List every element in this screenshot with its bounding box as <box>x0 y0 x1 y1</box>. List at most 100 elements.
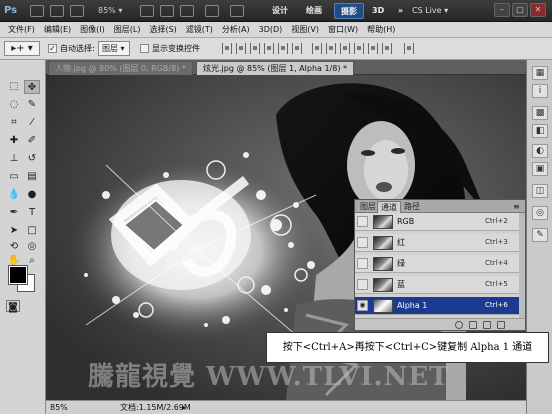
histogram-icon[interactable]: ▦ <box>532 66 548 80</box>
screen-mode-icon[interactable] <box>230 5 244 17</box>
crop-tool-icon[interactable]: ⌗ <box>6 116 22 130</box>
zoom-level-select[interactable]: 85% ▾ <box>98 4 122 18</box>
align-left-icon[interactable] <box>264 43 274 54</box>
lasso-tool-icon[interactable]: ◌ <box>6 98 22 112</box>
menu-window[interactable]: 窗口(W) <box>328 24 358 35</box>
guides-icon[interactable] <box>70 5 84 17</box>
align-bottom-icon[interactable] <box>250 43 260 54</box>
workspace-painting[interactable]: 绘画 <box>300 3 328 19</box>
hand-tool-icon[interactable] <box>140 5 154 17</box>
visibility-toggle[interactable] <box>357 258 368 269</box>
visibility-toggle[interactable] <box>357 279 368 290</box>
masks-icon[interactable]: ▣ <box>532 162 548 176</box>
distribute-vcenter-icon[interactable] <box>326 43 336 54</box>
tab-layers[interactable]: 图层 <box>357 201 379 213</box>
eraser-tool-icon[interactable]: ▭ <box>6 170 22 184</box>
distribute-right-icon[interactable] <box>382 43 392 54</box>
path-select-icon[interactable]: ➤ <box>6 224 22 238</box>
panel-scrollbar[interactable] <box>519 213 525 318</box>
align-vcenter-icon[interactable] <box>236 43 246 54</box>
info-icon[interactable]: i <box>532 84 548 98</box>
rotate-view-icon[interactable] <box>180 5 194 17</box>
tab-channels[interactable]: 通道 <box>377 201 401 213</box>
distribute-hcenter-icon[interactable] <box>368 43 378 54</box>
menu-select[interactable]: 选择(S) <box>149 24 176 35</box>
auto-select-checkbox[interactable]: ✓ <box>48 44 57 53</box>
channel-row-red[interactable]: 红 Ctrl+3 <box>355 234 519 252</box>
menu-3d[interactable]: 3D(D) <box>259 25 283 34</box>
menu-analysis[interactable]: 分析(A) <box>222 24 250 35</box>
tab-people-jpg[interactable]: 人物.jpg @ 80% (图层 0, RGB/8) * <box>48 61 193 75</box>
eye-icon[interactable]: ◉ <box>357 300 368 311</box>
panel-menu-icon[interactable]: ≡ <box>513 201 520 212</box>
3d-orbit-icon[interactable]: ◎ <box>24 240 40 254</box>
status-zoom[interactable]: 85% <box>50 402 68 414</box>
status-menu-arrow[interactable]: ▸ <box>182 402 186 414</box>
shape-tool-icon[interactable]: □ <box>24 224 40 238</box>
pen-tool-icon[interactable]: ✒ <box>6 206 22 220</box>
channels-dock-icon[interactable]: ◎ <box>532 206 548 220</box>
visibility-toggle[interactable] <box>357 216 368 227</box>
gradient-tool-icon[interactable]: ▤ <box>24 170 40 184</box>
history-brush-icon[interactable]: ↺ <box>24 152 40 166</box>
load-selection-icon[interactable] <box>455 321 463 329</box>
align-top-icon[interactable] <box>222 43 232 54</box>
zoom-tool-icon[interactable] <box>160 5 174 17</box>
tab-paths[interactable]: 路径 <box>401 201 423 213</box>
channel-row-green[interactable]: 绿 Ctrl+4 <box>355 255 519 273</box>
workspace-design[interactable]: 设计 <box>266 3 294 19</box>
marquee-tool-icon[interactable]: ⬚ <box>6 80 22 94</box>
paths-dock-icon[interactable]: ✎ <box>532 228 548 242</box>
workspace-photography[interactable]: 摄影 <box>334 3 364 19</box>
bridge-icon[interactable] <box>30 5 44 17</box>
menu-layer[interactable]: 图层(L) <box>114 24 141 35</box>
distribute-left-icon[interactable] <box>354 43 364 54</box>
menu-view[interactable]: 视图(V) <box>291 24 319 35</box>
align-right-icon[interactable] <box>292 43 302 54</box>
channel-row-rgb[interactable]: RGB Ctrl+2 <box>355 213 519 231</box>
tool-preset-picker[interactable]: ▸+ ▾ <box>4 41 40 56</box>
dodge-tool-icon[interactable]: ● <box>24 188 40 202</box>
delete-channel-icon[interactable] <box>497 321 505 329</box>
layers-dock-icon[interactable]: ◫ <box>532 184 548 198</box>
blur-tool-icon[interactable]: 💧 <box>6 188 22 202</box>
minimize-button[interactable]: – <box>494 3 510 17</box>
menu-help[interactable]: 帮助(H) <box>367 24 395 35</box>
workspace-more-button[interactable]: » <box>392 3 409 19</box>
healing-brush-icon[interactable]: ✚ <box>6 134 22 148</box>
menu-edit[interactable]: 编辑(E) <box>44 24 71 35</box>
3d-rotate-icon[interactable]: ⟲ <box>6 240 22 254</box>
visibility-toggle[interactable] <box>357 237 368 248</box>
show-transform-checkbox[interactable] <box>140 44 149 53</box>
quick-mask-icon[interactable]: ◙ <box>6 300 20 313</box>
menu-image[interactable]: 图像(I) <box>80 24 105 35</box>
brush-tool-icon[interactable]: ✐ <box>24 134 40 148</box>
cs-live-button[interactable]: CS Live ▾ <box>412 4 448 18</box>
eyedropper-tool-icon[interactable]: ⁄ <box>24 116 40 130</box>
distribute-bottom-icon[interactable] <box>340 43 350 54</box>
maximize-button[interactable]: □ <box>512 3 528 17</box>
distribute-top-icon[interactable] <box>312 43 322 54</box>
styles-icon[interactable]: ◧ <box>532 124 548 138</box>
arrange-documents-icon[interactable] <box>205 5 219 17</box>
move-tool-icon[interactable]: ✥ <box>24 80 40 94</box>
save-selection-icon[interactable] <box>469 321 477 329</box>
workspace-3d[interactable]: 3D <box>366 3 390 19</box>
swatches-icon[interactable]: ▩ <box>532 106 548 120</box>
channel-row-alpha-1[interactable]: ◉ Alpha 1 Ctrl+6 <box>355 297 519 315</box>
type-tool-icon[interactable]: T <box>24 206 40 220</box>
channel-row-blue[interactable]: 蓝 Ctrl+5 <box>355 276 519 294</box>
clone-stamp-icon[interactable]: ⊥ <box>6 152 22 166</box>
quick-select-tool-icon[interactable]: ✎ <box>24 98 40 112</box>
auto-select-target-select[interactable]: 图层 ▾ <box>98 41 130 56</box>
menu-file[interactable]: 文件(F) <box>8 24 35 35</box>
auto-align-icon[interactable] <box>404 43 414 54</box>
align-hcenter-icon[interactable] <box>278 43 288 54</box>
minibridge-icon[interactable] <box>50 5 64 17</box>
close-button[interactable]: ✕ <box>530 3 546 17</box>
tab-glow-jpg[interactable]: 炫光.jpg @ 85% (图层 1, Alpha 1/8) * <box>196 61 354 75</box>
menu-filter[interactable]: 滤镜(T) <box>186 24 213 35</box>
new-channel-icon[interactable] <box>483 321 491 329</box>
adjustments-icon[interactable]: ◐ <box>532 144 548 158</box>
foreground-color-swatch[interactable] <box>8 265 28 285</box>
